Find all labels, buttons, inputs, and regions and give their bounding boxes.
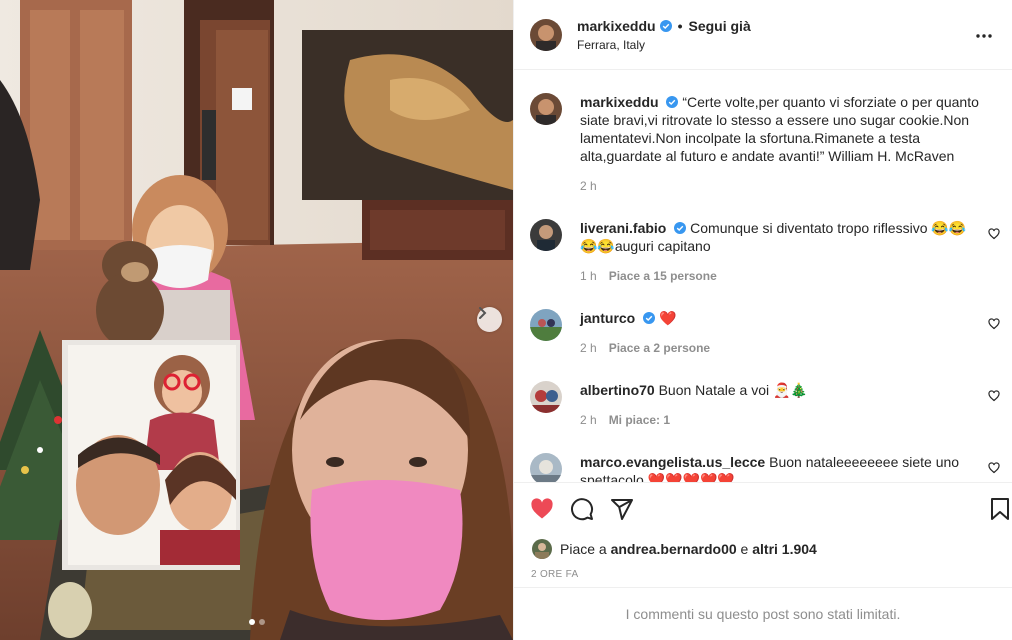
- caption: markixeddu “Certe volte,per quanto vi sf…: [530, 93, 1000, 195]
- photo-illustration: [0, 0, 513, 640]
- bookmark-icon[interactable]: [988, 497, 1012, 521]
- post-side-panel: markixeddu • Segui già Ferrara, Italy ma…: [513, 0, 1012, 640]
- more-options-icon[interactable]: [974, 26, 994, 46]
- caption-avatar[interactable]: [530, 93, 562, 125]
- comment-like-heart-icon[interactable]: [988, 228, 1000, 240]
- comment-avatar[interactable]: [530, 453, 562, 482]
- author-block: markixeddu • Segui già Ferrara, Italy: [577, 18, 751, 52]
- carousel-dot-active: [249, 619, 255, 625]
- likes-others-link[interactable]: altri 1.904: [752, 541, 817, 557]
- comment-like-heart-icon[interactable]: [988, 318, 1000, 330]
- comment-username[interactable]: albertino70: [580, 382, 655, 398]
- comment-username[interactable]: janturco: [580, 310, 635, 326]
- comment-time[interactable]: 2 h: [580, 339, 597, 357]
- liker-username[interactable]: andrea.bernardo00: [611, 541, 737, 557]
- comment-username[interactable]: liverani.fabio: [580, 220, 666, 236]
- comment-item: janturco ❤️ 2 h Piace a 2 persone: [530, 309, 1000, 357]
- comment-avatar[interactable]: [530, 381, 562, 413]
- comment-text: Buon Natale a voi 🎅🎄: [658, 382, 808, 398]
- comments-limited-notice: I commenti su questo post sono stati lim…: [514, 587, 1012, 640]
- caption-username[interactable]: markixeddu: [580, 94, 659, 110]
- caption-time[interactable]: 2 h: [580, 177, 597, 195]
- post-photo[interactable]: [0, 0, 513, 640]
- comment-avatar[interactable]: [530, 309, 562, 341]
- comment-username[interactable]: marco.evangelista.us_lecce: [580, 454, 765, 470]
- post-location[interactable]: Ferrara, Italy: [577, 38, 751, 52]
- verified-badge-icon: [674, 222, 687, 234]
- carousel-dot: [259, 619, 265, 625]
- comment-time[interactable]: 1 h: [580, 267, 597, 285]
- post-header: markixeddu • Segui già Ferrara, Italy: [514, 0, 1012, 70]
- carousel-indicator: [249, 619, 265, 625]
- comment-icon[interactable]: [570, 497, 594, 521]
- comment-likes[interactable]: Piace a 15 persone: [609, 267, 717, 285]
- comment-item: albertino70 Buon Natale a voi 🎅🎄 2 h Mi …: [530, 381, 1000, 429]
- comment-like-heart-icon[interactable]: [988, 390, 1000, 402]
- post-dialog: markixeddu • Segui già Ferrara, Italy ma…: [0, 0, 1012, 640]
- comment-text: ❤️: [659, 310, 677, 326]
- comment-item: marco.evangelista.us_lecce Buon nataleee…: [530, 453, 1000, 482]
- liker-avatar[interactable]: [532, 539, 552, 559]
- verified-badge-icon: [659, 19, 672, 32]
- comment-likes[interactable]: Piace a 2 persone: [609, 339, 710, 357]
- verified-badge-icon: [666, 96, 679, 108]
- verified-badge-icon: [643, 312, 656, 324]
- likes-summary: Piace a andrea.bernardo00 e altri 1.904: [532, 539, 817, 559]
- author-username[interactable]: markixeddu: [577, 18, 656, 34]
- comment-avatar[interactable]: [530, 219, 562, 251]
- author-avatar[interactable]: [530, 18, 562, 51]
- post-actions: Piace a andrea.bernardo00 e altri 1.904 …: [514, 482, 1012, 587]
- comment-like-heart-icon[interactable]: [988, 462, 1000, 474]
- chevron-right-icon: [479, 307, 487, 319]
- comment-item: liverani.fabio Comunque si diventato tro…: [530, 219, 1000, 285]
- following-button[interactable]: Segui già: [689, 18, 751, 34]
- comment-likes[interactable]: Mi piace: 1: [609, 411, 670, 429]
- likes-middle: e: [740, 541, 749, 557]
- post-timestamp[interactable]: 2 ORE FA: [531, 569, 578, 580]
- share-icon[interactable]: [610, 497, 634, 521]
- header-separator: •: [677, 17, 683, 34]
- likes-prefix: Piace a: [560, 541, 607, 557]
- comments-list[interactable]: markixeddu “Certe volte,per quanto vi sf…: [514, 71, 1012, 482]
- comment-time[interactable]: 2 h: [580, 411, 597, 429]
- heart-filled-icon[interactable]: [530, 497, 554, 521]
- next-photo-button[interactable]: [477, 307, 502, 332]
